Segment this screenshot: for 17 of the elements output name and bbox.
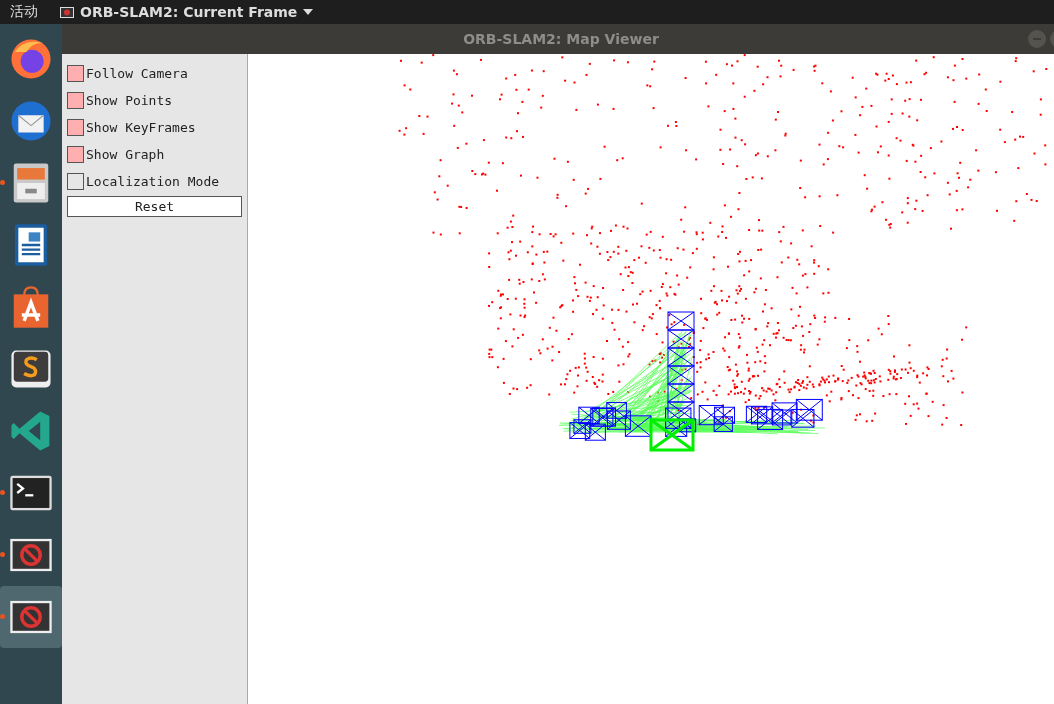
dock-item[interactable] xyxy=(0,586,62,648)
reset-button[interactable]: Reset xyxy=(67,196,242,217)
caret-icon xyxy=(303,9,314,15)
option-label: Follow Camera xyxy=(86,66,188,81)
checkbox[interactable] xyxy=(67,119,84,136)
window-title: ORB-SLAM2: Map Viewer xyxy=(463,31,659,47)
checkbox[interactable] xyxy=(67,92,84,109)
option-label: Show Points xyxy=(86,93,173,108)
option-label: Localization Mode xyxy=(86,174,220,189)
option-label: Show Graph xyxy=(86,147,165,162)
checkbox[interactable] xyxy=(67,173,84,190)
checkbox[interactable] xyxy=(67,146,84,163)
option-label: Show KeyFrames xyxy=(86,120,196,135)
window-icon xyxy=(60,6,74,18)
checkbox[interactable] xyxy=(67,65,84,82)
activities-label[interactable]: 活动 xyxy=(10,3,38,21)
app-menu[interactable]: ORB-SLAM2: Current Frame xyxy=(60,4,314,20)
